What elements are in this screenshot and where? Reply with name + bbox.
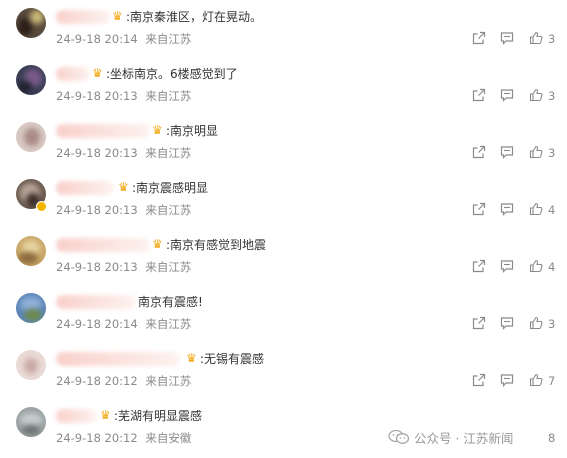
like-count: 4 <box>548 203 556 217</box>
thumbs-up-icon[interactable] <box>529 31 543 45</box>
comment-date: 24-9-18 20:14 <box>56 317 138 331</box>
thumbs-up-icon[interactable] <box>529 202 543 216</box>
comment-text: :南京秦淮区，灯在晃动。 <box>126 10 263 24</box>
comment-meta: 24-9-18 20:13 来自江苏 <box>56 202 195 218</box>
comment-meta: 24-9-18 20:12 来自江苏 <box>56 373 195 389</box>
comment-text: :南京明显 <box>166 124 219 138</box>
comment-location: 来自江苏 <box>145 374 192 388</box>
watermark-label: 公众号 · 江苏新闻 <box>414 431 514 446</box>
share-icon[interactable] <box>472 31 486 45</box>
comment-item: ♛ :南京震感明显 24-9-18 20:13 来自江苏 4 <box>0 171 567 228</box>
crown-icon: ♛ <box>152 123 163 137</box>
avatar[interactable] <box>16 122 46 152</box>
username-blurred[interactable] <box>56 238 150 252</box>
like-count: 3 <box>548 89 556 103</box>
comment-date: 24-9-18 20:12 <box>56 374 138 388</box>
comment-item: 南京有震感! 24-9-18 20:14 来自江苏 3 <box>0 285 567 342</box>
comment-location: 来自江苏 <box>145 260 192 274</box>
comment-item: ♛ :南京秦淮区，灯在晃动。 24-9-18 20:14 来自江苏 3 <box>0 0 567 57</box>
crown-icon: ♛ <box>100 408 111 422</box>
crown-icon: ♛ <box>118 180 129 194</box>
username-blurred[interactable] <box>56 409 96 423</box>
wechat-icon <box>388 429 410 445</box>
share-icon[interactable] <box>472 316 486 330</box>
comment-icon[interactable] <box>500 88 514 102</box>
comment-icon[interactable] <box>500 259 514 273</box>
verified-badge-icon <box>36 201 47 212</box>
comment-meta: 24-9-18 20:13 来自江苏 <box>56 88 195 104</box>
username-blurred[interactable] <box>56 295 136 309</box>
comment-icon[interactable] <box>500 373 514 387</box>
like-count: 3 <box>548 146 556 160</box>
comment-meta: 24-9-18 20:13 来自江苏 <box>56 259 195 275</box>
thumbs-up-icon[interactable] <box>529 259 543 273</box>
thumbs-up-icon[interactable] <box>529 373 543 387</box>
avatar[interactable] <box>16 236 46 266</box>
comment-location: 来自江苏 <box>145 89 192 103</box>
comment-date: 24-9-18 20:13 <box>56 146 138 160</box>
comment-date: 24-9-18 20:13 <box>56 89 138 103</box>
username-blurred[interactable] <box>56 67 90 81</box>
comment-icon[interactable] <box>500 316 514 330</box>
share-icon[interactable] <box>472 259 486 273</box>
crown-icon: ♛ <box>112 9 123 23</box>
comment-date: 24-9-18 20:12 <box>56 431 138 445</box>
like-count: 3 <box>548 32 556 46</box>
username-blurred[interactable] <box>56 124 150 138</box>
comment-text: :南京有感觉到地震 <box>166 238 267 252</box>
crown-icon: ♛ <box>152 237 163 251</box>
comment-location: 来自江苏 <box>145 317 192 331</box>
comment-text: :芜湖有明显震感 <box>114 409 203 423</box>
avatar[interactable] <box>16 350 46 380</box>
share-icon[interactable] <box>472 145 486 159</box>
comment-location: 来自安徽 <box>145 431 192 445</box>
share-icon[interactable] <box>472 88 486 102</box>
comment-date: 24-9-18 20:14 <box>56 32 138 46</box>
username-blurred[interactable] <box>56 352 180 366</box>
comment-date: 24-9-18 20:13 <box>56 203 138 217</box>
comment-meta: 24-9-18 20:13 来自江苏 <box>56 145 195 161</box>
comment-item: ♛ :南京明显 24-9-18 20:13 来自江苏 3 <box>0 114 567 171</box>
like-count: 7 <box>548 374 556 388</box>
share-icon[interactable] <box>472 202 486 216</box>
avatar[interactable] <box>16 8 46 38</box>
comment-icon[interactable] <box>500 31 514 45</box>
comment-date: 24-9-18 20:13 <box>56 260 138 274</box>
comment-meta: 24-9-18 20:14 来自江苏 <box>56 31 195 47</box>
thumbs-up-icon[interactable] <box>529 316 543 330</box>
username-blurred[interactable] <box>56 181 114 195</box>
username-blurred[interactable] <box>56 10 110 24</box>
comment-icon[interactable] <box>500 202 514 216</box>
like-count: 8 <box>548 431 556 445</box>
crown-icon: ♛ <box>92 66 103 80</box>
comment-text: :坐标南京。6楼感觉到了 <box>106 67 238 81</box>
share-icon[interactable] <box>472 373 486 387</box>
comment-text: :无锡有震感 <box>200 352 265 366</box>
comment-text: :南京震感明显 <box>132 181 209 195</box>
avatar[interactable] <box>16 65 46 95</box>
comment-item: ♛ :南京有感觉到地震 24-9-18 20:13 来自江苏 4 <box>0 228 567 285</box>
comment-meta: 24-9-18 20:12 来自安徽 <box>56 430 195 446</box>
like-count: 3 <box>548 317 556 331</box>
avatar[interactable] <box>16 407 46 437</box>
comment-location: 来自江苏 <box>145 146 192 160</box>
like-count: 4 <box>548 260 556 274</box>
comment-meta: 24-9-18 20:14 来自江苏 <box>56 316 195 332</box>
comment-item: ♛ :无锡有震感 24-9-18 20:12 来自江苏 7 <box>0 342 567 399</box>
comment-icon[interactable] <box>500 145 514 159</box>
comment-location: 来自江苏 <box>145 32 192 46</box>
comment-location: 来自江苏 <box>145 203 192 217</box>
comment-text: 南京有震感! <box>138 295 203 309</box>
avatar[interactable] <box>16 293 46 323</box>
thumbs-up-icon[interactable] <box>529 145 543 159</box>
comment-item: ♛ :坐标南京。6楼感觉到了 24-9-18 20:13 来自江苏 3 <box>0 57 567 114</box>
thumbs-up-icon[interactable] <box>529 88 543 102</box>
crown-icon: ♛ <box>186 351 197 365</box>
